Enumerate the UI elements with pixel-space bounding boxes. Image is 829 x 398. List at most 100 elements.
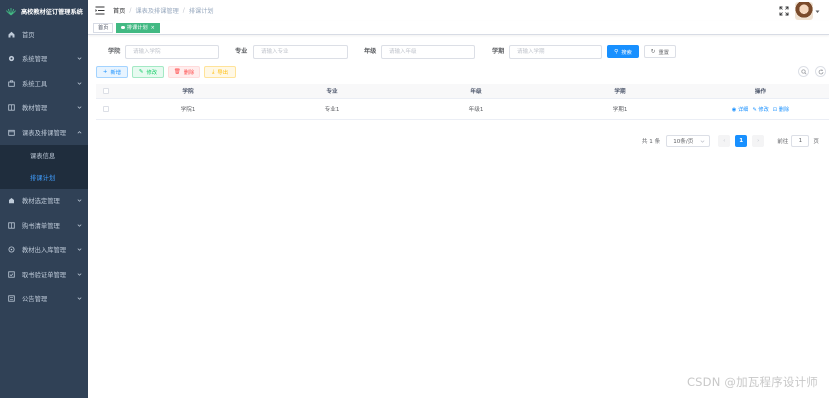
sidebar-subitem-label: 排课计划: [30, 175, 56, 182]
sidebar-item-schedule[interactable]: 课表及排课管理: [0, 120, 88, 145]
major-input[interactable]: 请输入专业: [253, 45, 348, 59]
sidebar-item-label: 购书清单管理: [22, 222, 60, 230]
chevron-down-icon: [77, 297, 82, 301]
top-navbar: 首页 / 课表及排课管理 / 排课计划: [88, 0, 829, 21]
tag-home[interactable]: 首页: [93, 22, 114, 33]
sidebar-subitem-timetable[interactable]: 课表信息: [0, 145, 88, 167]
sidebar-item-selection[interactable]: 教材选定管理: [0, 189, 88, 214]
export-button[interactable]: ⤓ 导出: [204, 66, 236, 78]
page-size-select[interactable]: 10条/页: [666, 135, 711, 147]
edit-link[interactable]: ✎ 修改: [752, 106, 768, 113]
refresh-icon: [818, 68, 823, 74]
sidebar-subitem-plan[interactable]: 排课计划: [0, 167, 88, 189]
search-button[interactable]: ⚲ 搜索: [607, 45, 639, 58]
chevron-up-icon: [77, 130, 82, 134]
watermark: CSDN @加瓦程序设计师: [686, 375, 818, 389]
sidebar-item-home[interactable]: 首页: [0, 22, 88, 47]
delete-link[interactable]: ⊡ 删除: [773, 106, 789, 113]
breadcrumb-separator: /: [129, 7, 132, 14]
row-select-cell: [96, 106, 116, 112]
search-icon: [800, 68, 807, 75]
leaf-logo-icon: [6, 7, 16, 15]
toolbar: + 新增 ✎ 修改 🗑 删除 ⤓ 导出: [88, 66, 829, 79]
view-icon: ◉: [731, 106, 737, 113]
fullscreen-icon[interactable]: [779, 6, 789, 16]
toggle-search-button[interactable]: [798, 66, 809, 77]
breadcrumb-item: 课表及排课管理: [135, 8, 179, 15]
term-input[interactable]: 请输入学期: [509, 45, 602, 59]
trash-icon: ⊡: [772, 106, 778, 113]
list-icon: [7, 221, 16, 230]
tag-label: 排课计划: [126, 25, 148, 31]
select-all-checkbox[interactable]: [103, 88, 109, 94]
sidebar-item-label: 首页: [22, 31, 35, 39]
chevron-down-icon: [700, 140, 705, 143]
sidebar-item-purchase[interactable]: 购书清单管理: [0, 213, 88, 238]
sidebar-item-label: 教材出入库管理: [22, 247, 67, 255]
avatar[interactable]: [795, 2, 813, 20]
cell-actions: ◉ 详细 ✎ 修改 ⊡ 删除: [692, 106, 829, 113]
storage-icon: [7, 245, 16, 254]
detail-link-label: 详细: [737, 106, 749, 113]
grade-label: 年级: [364, 48, 377, 55]
breadcrumb-item[interactable]: 首页: [113, 6, 125, 15]
cell-grade: 年级1: [468, 107, 484, 113]
delete-button[interactable]: 🗑 删除: [168, 66, 200, 78]
add-button[interactable]: + 新增: [96, 66, 128, 78]
chevron-down-icon: [77, 273, 82, 276]
sidebar-item-label: 取书验证单管理: [22, 271, 67, 279]
dashboard-icon: [7, 30, 16, 39]
plus-icon: +: [102, 69, 108, 75]
download-icon: ⤓: [211, 68, 215, 75]
edit-button-label: 修改: [146, 70, 158, 76]
delete-link-label: 删除: [778, 106, 790, 113]
edit-icon: ✎: [752, 106, 757, 113]
sidebar-item-label: 课表及排课管理: [22, 129, 67, 137]
delete-button-label: 删除: [183, 70, 195, 76]
sidebar-item-label: 公告管理: [22, 296, 48, 304]
cell-term: 学期1: [612, 107, 628, 113]
page-number-current[interactable]: 1: [735, 135, 748, 147]
detail-link[interactable]: ◉ 详细: [732, 106, 749, 113]
edit-button[interactable]: ✎ 修改: [132, 66, 164, 78]
navbar-right: [779, 2, 820, 20]
select-icon: [7, 196, 16, 205]
breadcrumb-item: 排课计划: [188, 8, 214, 15]
chevron-down-icon: [77, 248, 82, 252]
sidebar-item-storage[interactable]: 教材出入库管理: [0, 238, 88, 263]
app-title: 高校教材征订管理系统: [21, 8, 83, 16]
page-jumper-input[interactable]: 1: [791, 135, 810, 147]
table-header: 学院 专业 年级 学期 操作: [96, 84, 829, 99]
chevron-down-icon: [77, 57, 82, 61]
college-input[interactable]: 请输入学院: [125, 45, 219, 59]
hamburger-icon[interactable]: [95, 6, 105, 16]
sidebar-item-tools[interactable]: 系统工具: [0, 71, 88, 96]
row-checkbox[interactable]: [103, 106, 109, 112]
cell-major: 专业1: [324, 107, 340, 113]
caret-down-icon[interactable]: [815, 9, 820, 14]
page-size-value: 10条/页: [673, 139, 694, 145]
active-dot-icon: [121, 25, 125, 30]
refresh-button[interactable]: [815, 66, 826, 77]
page-suffix: 页: [813, 139, 819, 145]
column-header: 操作: [754, 89, 767, 95]
sidebar-item-label: 教材选定管理: [22, 198, 60, 206]
app-logo[interactable]: 高校教材征订管理系统: [0, 0, 88, 22]
tag-schedule-plan[interactable]: 排课计划 ×: [116, 22, 160, 33]
chevron-down-icon: [77, 199, 82, 203]
term-label: 学期: [492, 48, 505, 55]
refresh-icon: ↻: [650, 48, 656, 55]
grade-input[interactable]: 请输入年级: [381, 45, 475, 59]
close-icon[interactable]: ×: [151, 25, 155, 31]
sidebar-item-notice[interactable]: 公告管理: [0, 287, 88, 312]
gear-icon: [7, 54, 16, 63]
sidebar-item-system[interactable]: 系统管理: [0, 47, 88, 72]
prev-page-button[interactable]: ‹: [718, 135, 731, 147]
sidebar-item-label: 系统管理: [22, 56, 48, 64]
reset-button[interactable]: ↻ 重置: [644, 45, 676, 58]
trash-icon: 🗑: [173, 69, 181, 75]
sidebar-item-verify[interactable]: 取书验证单管理: [0, 262, 88, 287]
next-page-button[interactable]: ›: [752, 135, 765, 147]
major-label: 专业: [235, 48, 248, 55]
sidebar-item-textbook[interactable]: 教材管理: [0, 96, 88, 121]
